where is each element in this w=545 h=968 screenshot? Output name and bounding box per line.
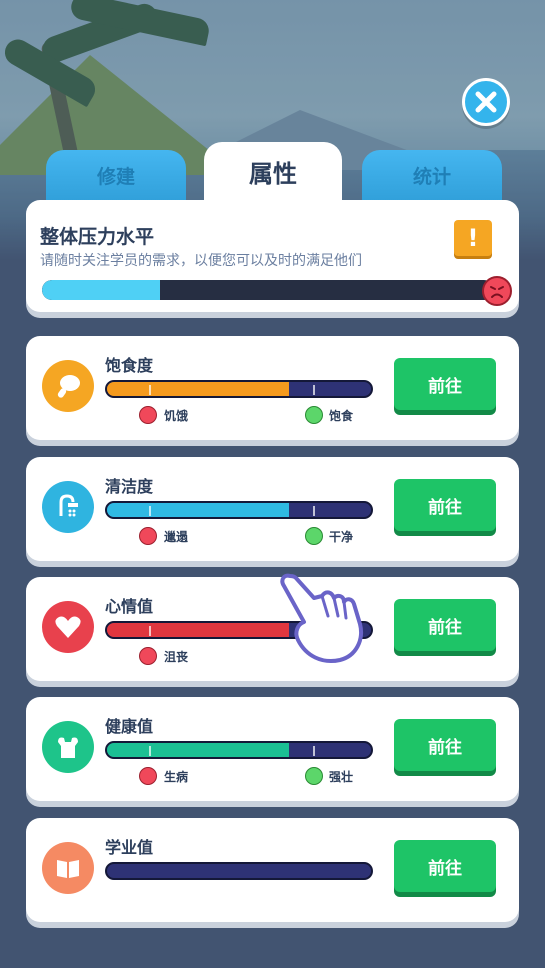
go-button-satiety[interactable]: 前往 (394, 358, 496, 410)
stat-card-cleanliness: 清洁度邋遢 干净 前往 (26, 457, 519, 561)
drumstick-icon (42, 360, 94, 412)
stat-label: 心情值 (105, 597, 154, 616)
warning-icon[interactable]: ! (454, 220, 492, 256)
sad-face-icon (139, 647, 157, 665)
stat-card-satiety: 饱食度饥饿 饱食 前往 (26, 336, 519, 440)
book-icon (42, 842, 94, 894)
stat-card-mood: 心情值沮丧 前往 (26, 577, 519, 681)
sad-face-icon (139, 406, 157, 424)
bad-state-label: 沮丧 (164, 650, 189, 664)
stat-progress-fill (107, 382, 290, 396)
go-button-study[interactable]: 前往 (394, 840, 496, 892)
stat-label: 学业值 (105, 838, 154, 857)
bad-state-label: 饥饿 (164, 409, 189, 423)
stat-label: 饱食度 (105, 356, 154, 375)
stat-label: 健康值 (105, 717, 154, 736)
happy-face-icon (305, 527, 323, 545)
stat-progress-fill (107, 503, 290, 517)
happy-face-icon (305, 767, 323, 785)
happy-face-icon (305, 406, 323, 424)
threshold-tick (149, 506, 152, 516)
close-icon (475, 91, 497, 113)
muscle-icon (42, 721, 94, 773)
stat-progress-bar (105, 741, 373, 759)
stat-card-study: 学业值 前往 (26, 818, 519, 922)
stat-progress-bar (105, 501, 373, 519)
go-button-cleanliness[interactable]: 前往 (394, 479, 496, 531)
threshold-tick (149, 626, 152, 636)
shower-icon (42, 481, 94, 533)
bad-state-label: 生病 (164, 770, 189, 784)
tab-statistics[interactable]: 统计 (362, 150, 502, 206)
tab-build-label: 修建 (96, 166, 135, 188)
tab-build[interactable]: 修建 (46, 150, 186, 206)
sad-face-icon (139, 527, 157, 545)
good-state-label: 饱食 (329, 409, 354, 423)
stress-level-card: 整体压力水平 请随时关注学员的需求，以便您可以及时的满足他们 ! (26, 200, 519, 312)
stress-title: 整体压力水平 (40, 226, 155, 248)
tab-statistics-label: 统计 (412, 166, 451, 188)
threshold-tick (312, 506, 315, 516)
tab-attributes[interactable]: 属性 (204, 142, 342, 208)
good-state-label: 干净 (329, 530, 354, 544)
stat-card-health: 健康值生病 强壮 前往 (26, 697, 519, 801)
angry-face-icon (482, 276, 512, 306)
good-state-label: 强壮 (329, 770, 354, 784)
stress-subtitle: 请随时关注学员的需求，以便您可以及时的满足他们 (40, 253, 362, 269)
threshold-tick (312, 746, 315, 756)
stress-progress-fill (42, 280, 160, 300)
threshold-tick (149, 385, 152, 395)
stress-progress-bar (42, 280, 494, 300)
stat-progress-fill (107, 743, 290, 757)
stat-progress-bar (105, 862, 373, 880)
tab-attributes-label: 属性 (249, 160, 297, 188)
go-button-mood[interactable]: 前往 (394, 599, 496, 651)
stat-progress-bar (105, 380, 373, 398)
close-button[interactable] (462, 78, 510, 126)
heart-icon (42, 601, 94, 653)
go-button-health[interactable]: 前往 (394, 719, 496, 771)
bad-state-label: 邋遢 (164, 530, 189, 544)
sad-face-icon (139, 767, 157, 785)
tutorial-hand-pointer-icon (280, 573, 363, 663)
stat-label: 清洁度 (105, 477, 154, 496)
threshold-tick (312, 385, 315, 395)
threshold-tick (149, 746, 152, 756)
stat-progress-fill (107, 623, 290, 637)
